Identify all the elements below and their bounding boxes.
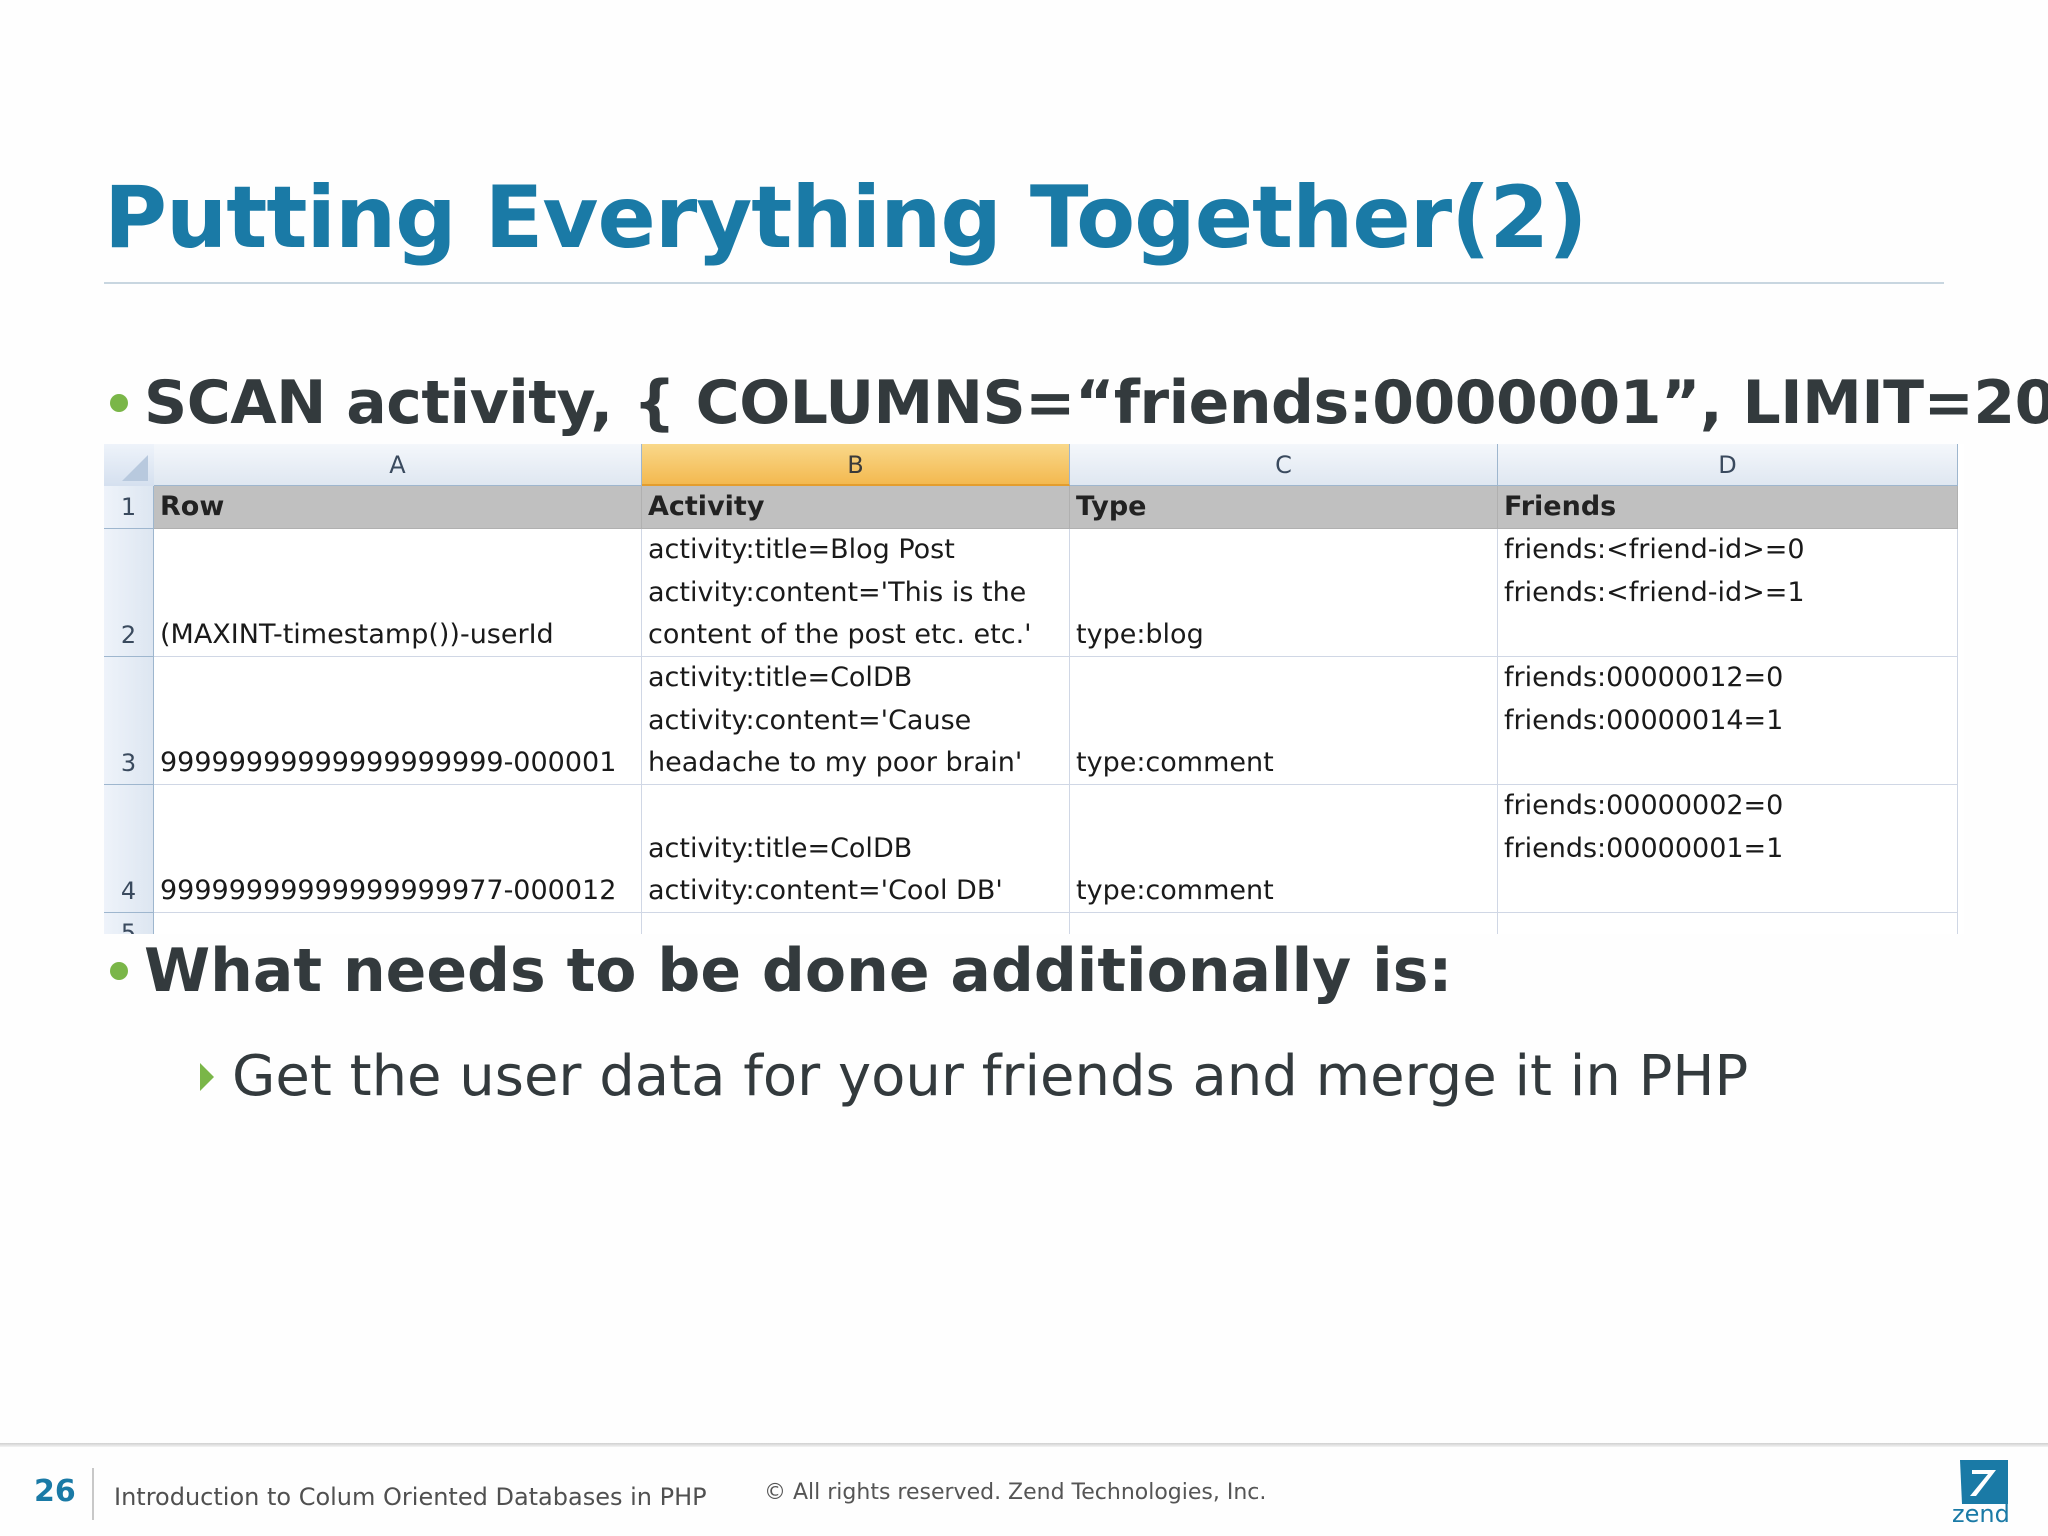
row-header-3[interactable]: 3: [104, 657, 154, 785]
cell-row-key[interactable]: (MAXINT-timestamp())-userId: [154, 529, 642, 657]
zend-logo: zend: [1948, 1460, 2012, 1528]
cell-type[interactable]: type:comment: [1070, 657, 1498, 785]
cell-empty[interactable]: [1498, 913, 1958, 934]
cell-header-activity[interactable]: Activity: [642, 486, 1070, 529]
sub-bullet-text: Get the user data for your friends and m…: [232, 1044, 1749, 1109]
cell-line: [648, 785, 1069, 828]
cell-empty[interactable]: [642, 913, 1070, 934]
cell-type[interactable]: type:comment: [1070, 785, 1498, 913]
cell-line: activity:content='Cause: [648, 704, 972, 736]
cell-text: type:comment: [1076, 875, 1274, 906]
cell-type[interactable]: type:blog: [1070, 529, 1498, 657]
footer-separator: [92, 1468, 94, 1520]
column-header-c[interactable]: C: [1070, 444, 1498, 486]
row-header-1[interactable]: 1: [104, 486, 154, 529]
select-all-icon: [122, 455, 148, 481]
cell-line: friends:00000014=1: [1504, 704, 1784, 736]
cell-text: type:comment: [1076, 747, 1274, 778]
cell-empty[interactable]: [1070, 913, 1498, 934]
cell-text: 99999999999999999977-000012: [160, 875, 617, 906]
cell-line: friends:<friend-id>=1: [1504, 576, 1805, 608]
cell-line: activity:title=Blog Post: [648, 534, 955, 565]
triangle-bullet-icon: [200, 1062, 214, 1091]
bullet-dot-icon: [110, 394, 128, 412]
cell-line: activity:content='This is the: [648, 576, 1027, 608]
cell-row-key[interactable]: 99999999999999999977-000012: [154, 785, 642, 913]
cell-header-friends[interactable]: Friends: [1498, 486, 1958, 529]
cell-line: activity:title=ColDB: [648, 832, 913, 864]
zend-logo-icon: [1960, 1460, 2008, 1504]
column-header-b[interactable]: B: [642, 444, 1070, 486]
cell-line: headache to my poor brain': [648, 747, 1023, 778]
cell-friends[interactable]: friends:<friend-id>=0 friends:<friend-id…: [1498, 529, 1958, 657]
row-header-2[interactable]: 2: [104, 529, 154, 657]
cell-text: (MAXINT-timestamp())-userId: [160, 619, 554, 650]
cell-friends[interactable]: friends:00000012=0 friends:00000014=1: [1498, 657, 1958, 785]
cell-row-key[interactable]: 99999999999999999999-000001: [154, 657, 642, 785]
cell-friends[interactable]: friends:00000002=0 friends:00000001=1: [1498, 785, 1958, 913]
cell-text: type:blog: [1076, 619, 1204, 650]
cell-line: activity:content='Cool DB': [648, 875, 1003, 906]
cell-activity[interactable]: activity:title=ColDB activity:content='C…: [642, 657, 1070, 785]
title-divider: [104, 282, 1944, 284]
select-all-corner[interactable]: [104, 444, 155, 487]
cell-line: friends:00000012=0: [1504, 662, 1784, 693]
page-number: 26: [34, 1474, 76, 1509]
cell-text: 99999999999999999999-000001: [160, 747, 617, 778]
footer-divider: [0, 1443, 2048, 1447]
cell-empty[interactable]: [154, 913, 642, 934]
row-header-4[interactable]: 4: [104, 785, 154, 913]
cell-line: activity:title=ColDB: [648, 662, 913, 693]
bullet-dot-icon: [110, 962, 128, 980]
bullet-scan-command: SCAN activity, { COLUMNS=“friends:000000…: [104, 368, 2048, 438]
logo-wordmark: zend: [1952, 1500, 2010, 1528]
cell-line: friends:00000002=0: [1504, 790, 1784, 821]
column-header-d[interactable]: D: [1498, 444, 1958, 486]
row-header-5[interactable]: 5: [104, 913, 154, 934]
presentation-title: Introduction to Colum Oriented Databases…: [114, 1483, 707, 1511]
cell-line: friends:<friend-id>=0: [1504, 534, 1805, 565]
bullet-text: What needs to be done additionally is:: [144, 936, 1453, 1006]
cell-line: friends:00000001=1: [1504, 832, 1784, 864]
spreadsheet-table: A B C D 1 Row Activity Type Friends 2 (M…: [104, 444, 1964, 934]
cell-header-type[interactable]: Type: [1070, 486, 1498, 529]
cell-header-row[interactable]: Row: [154, 486, 642, 529]
cell-activity[interactable]: activity:title=Blog Post activity:conten…: [642, 529, 1070, 657]
bullet-text: SCAN activity, { COLUMNS=“friends:000000…: [144, 368, 2048, 438]
copyright-notice: © All rights reserved. Zend Technologies…: [764, 1480, 1267, 1505]
column-header-row: A B C D: [104, 444, 1964, 487]
slide-title: Putting Everything Together(2): [104, 168, 1588, 268]
column-header-a[interactable]: A: [154, 444, 642, 486]
bullet-additional-work: What needs to be done additionally is:: [104, 936, 1452, 1006]
sub-bullet-merge: Get the user data for your friends and m…: [200, 1044, 1748, 1109]
cell-line: content of the post etc. etc.': [648, 619, 1032, 650]
cell-activity[interactable]: activity:title=ColDB activity:content='C…: [642, 785, 1070, 913]
